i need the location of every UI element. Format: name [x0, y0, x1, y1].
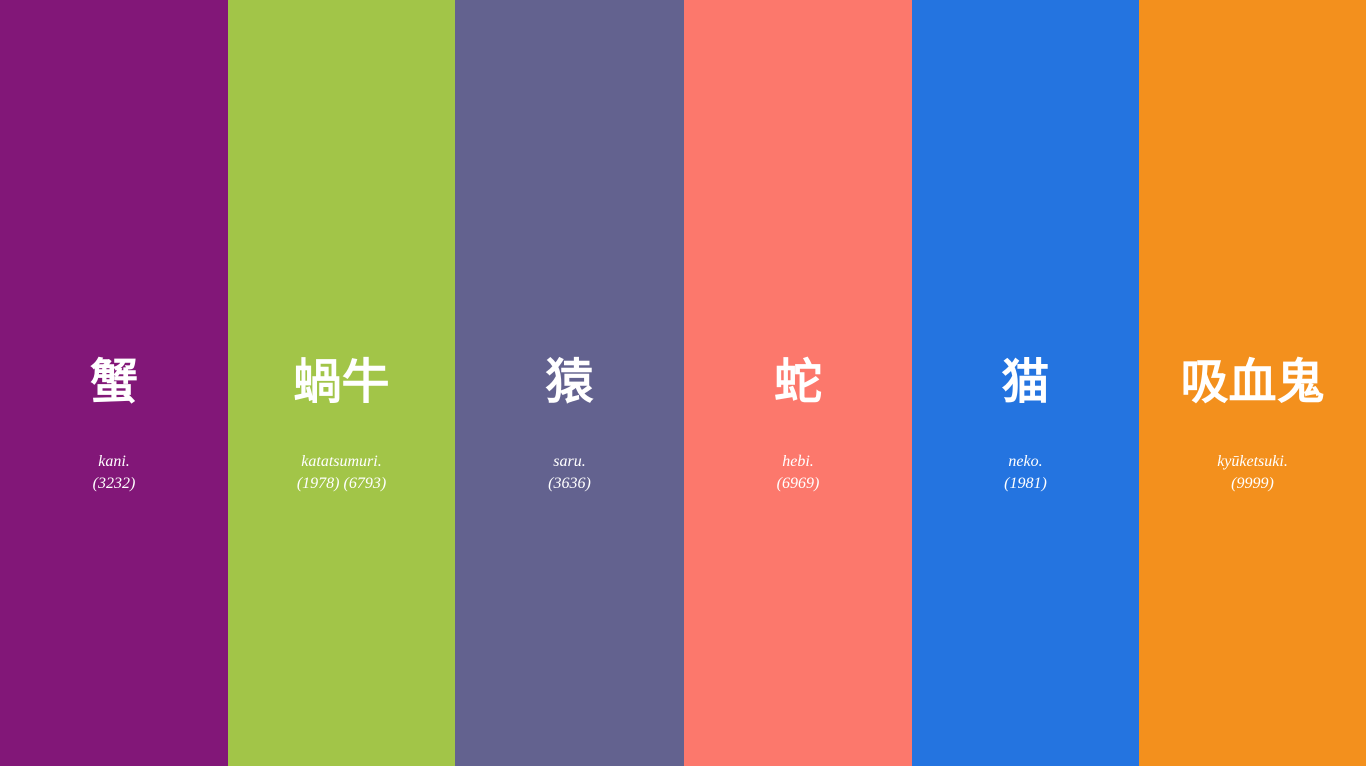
- column-hebi[interactable]: 蛇 hebi. (6969): [684, 0, 912, 766]
- reading-block: kyūketsuki. (9999): [1139, 451, 1366, 495]
- kanji-title: 猿: [545, 354, 594, 410]
- kanji-title: 蝸牛: [293, 354, 390, 410]
- number-label: (1978) (6793): [296, 475, 387, 492]
- kanji-title: 吸血鬼: [1180, 354, 1325, 410]
- column-saru[interactable]: 猿 saru. (3636): [455, 0, 684, 766]
- romaji-label: hebi.: [782, 453, 814, 470]
- number-label: (1981): [1004, 475, 1047, 492]
- kanji-title: 猫: [1001, 354, 1050, 410]
- column-kyuketsuki[interactable]: 吸血鬼 kyūketsuki. (9999): [1139, 0, 1366, 766]
- reading-block: hebi. (6969): [684, 451, 912, 495]
- column-katatsumuri[interactable]: 蝸牛 katatsumuri. (1978) (6793): [228, 0, 455, 766]
- reading-block: kani. (3232): [0, 451, 228, 495]
- column-kani[interactable]: 蟹 kani. (3232): [0, 0, 228, 766]
- romaji-label: katatsumuri.: [301, 453, 382, 470]
- reading-block: saru. (3636): [455, 451, 684, 495]
- romaji-label: saru.: [553, 453, 586, 470]
- kanji-title: 蛇: [773, 354, 822, 410]
- reading-block: katatsumuri. (1978) (6793): [228, 451, 455, 495]
- kanji-title: 蟹: [89, 354, 138, 410]
- number-label: (9999): [1231, 475, 1274, 492]
- romaji-label: kyūketsuki.: [1217, 453, 1288, 470]
- color-columns: 蟹 kani. (3232) 蝸牛 katatsumuri. (1978) (6…: [0, 0, 1366, 766]
- column-neko[interactable]: 猫 neko. (1981): [912, 0, 1139, 766]
- number-label: (3636): [548, 475, 591, 492]
- romaji-label: neko.: [1008, 453, 1043, 470]
- number-label: (3232): [92, 475, 136, 492]
- reading-block: neko. (1981): [912, 451, 1139, 495]
- number-label: (6969): [776, 475, 820, 492]
- romaji-label: kani.: [98, 453, 130, 470]
